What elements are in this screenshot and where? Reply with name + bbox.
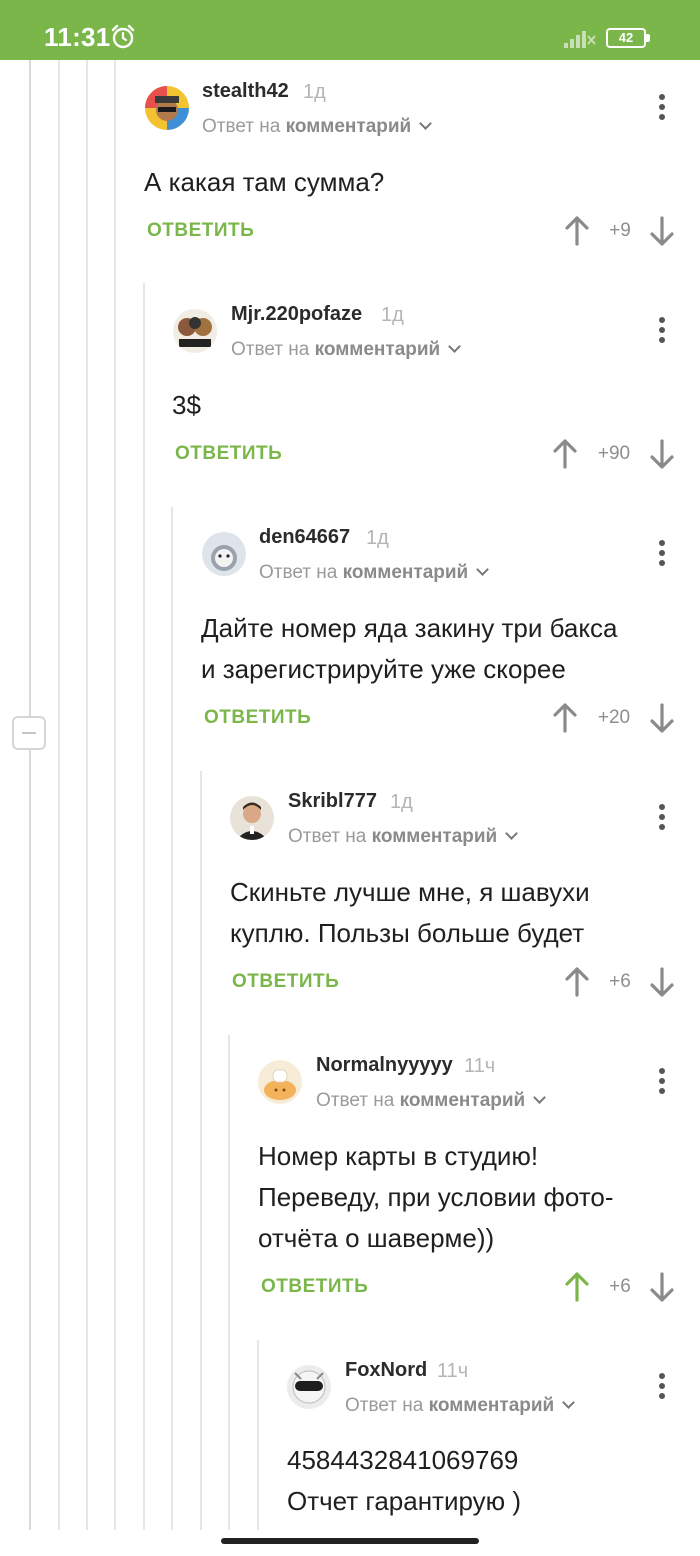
upvote-arrow-icon[interactable]	[564, 967, 590, 997]
comment-username[interactable]: Skribl777	[288, 790, 377, 813]
downvote-arrow-icon[interactable]	[649, 967, 675, 997]
comment-username[interactable]: stealth42	[202, 80, 289, 103]
avatar[interactable]	[173, 309, 217, 353]
downvote-arrow-icon[interactable]	[649, 216, 675, 246]
downvote-arrow-icon[interactable]	[649, 439, 675, 469]
battery-tip	[646, 34, 650, 42]
comment-score: +6	[609, 971, 631, 992]
upvote-arrow-icon[interactable]	[564, 216, 590, 246]
comment-text: Скиньте лучше мне, я шавухи куплю. Польз…	[230, 877, 590, 948]
thread-line	[228, 1035, 230, 1530]
reply-to-link[interactable]: Ответ на комментарий	[345, 1395, 576, 1417]
chevron-down-icon	[476, 563, 490, 576]
comment-time: 11ч	[437, 1360, 469, 1382]
reply-button[interactable]: ОТВЕТИТЬ	[175, 443, 282, 465]
comment-time: 1д	[366, 527, 389, 549]
upvote-arrow-icon[interactable]	[552, 703, 578, 733]
reply-button[interactable]: ОТВЕТИТЬ	[232, 971, 339, 993]
comment-time: 1д	[390, 791, 413, 813]
battery-indicator: 42	[606, 28, 646, 48]
thread-line	[200, 771, 202, 1530]
comment-score: +90	[597, 443, 631, 464]
more-options-icon[interactable]	[656, 538, 668, 568]
avatar[interactable]	[145, 86, 189, 130]
more-options-icon[interactable]	[656, 802, 668, 832]
thread-line	[58, 60, 60, 1530]
reply-button[interactable]: ОТВЕТИТЬ	[147, 220, 254, 242]
comment-username[interactable]: den64667	[259, 526, 350, 549]
comment-time: 1д	[381, 304, 404, 326]
reply-to-link[interactable]: Ответ на комментарий	[259, 562, 490, 584]
thread-line	[257, 1340, 259, 1530]
home-indicator[interactable]	[221, 1538, 479, 1544]
comment-time: 1д	[303, 81, 326, 103]
thread-line	[143, 283, 145, 1530]
reply-button[interactable]: ОТВЕТИТЬ	[204, 707, 311, 729]
status-bar: 11:31 42	[0, 0, 700, 60]
comment-score: +9	[609, 220, 631, 241]
collapse-thread-button[interactable]	[12, 716, 46, 750]
comment-score: +6	[609, 1276, 631, 1297]
comment-text: Номер карты в студию! Переведу, при усло…	[258, 1141, 614, 1253]
avatar[interactable]	[287, 1365, 331, 1409]
reply-to-link[interactable]: Ответ на комментарий	[288, 826, 519, 848]
comment-username[interactable]: FoxNord	[345, 1359, 427, 1382]
reply-to-link[interactable]: Ответ на комментарий	[202, 116, 433, 138]
thread-line	[171, 507, 173, 1530]
more-options-icon[interactable]	[656, 1066, 668, 1096]
status-time: 11:31	[44, 22, 111, 52]
more-options-icon[interactable]	[656, 92, 668, 122]
avatar[interactable]	[202, 532, 246, 576]
thread-line	[29, 60, 31, 1530]
more-options-icon[interactable]	[656, 1371, 668, 1401]
comment-time: 11ч	[464, 1055, 496, 1077]
chevron-down-icon	[505, 827, 519, 840]
thread-line	[86, 60, 88, 1530]
reply-button[interactable]: ОТВЕТИТЬ	[261, 1276, 368, 1298]
chevron-down-icon	[562, 1396, 576, 1409]
comment-text: 4584432841069769 Отчет гарантирую )	[287, 1445, 522, 1516]
upvote-arrow-icon[interactable]	[564, 1272, 590, 1302]
comment-text: 3$	[172, 390, 201, 420]
signal-off-icon	[564, 31, 596, 48]
reply-to-link[interactable]: Ответ на комментарий	[231, 339, 462, 361]
comment-username[interactable]: Mjr.220pofaze	[231, 303, 362, 326]
chevron-down-icon	[533, 1091, 547, 1104]
comment-score: +20	[597, 707, 631, 728]
chevron-down-icon	[448, 340, 462, 353]
avatar[interactable]	[258, 1060, 302, 1104]
alarm-clock-icon	[111, 24, 135, 49]
chevron-down-icon	[419, 117, 433, 130]
reply-to-link[interactable]: Ответ на комментарий	[316, 1090, 547, 1112]
downvote-arrow-icon[interactable]	[649, 1272, 675, 1302]
avatar[interactable]	[230, 796, 274, 840]
downvote-arrow-icon[interactable]	[649, 703, 675, 733]
comment-username[interactable]: Normalnyyyyy	[316, 1054, 453, 1077]
comment-text: А какая там сумма?	[144, 167, 385, 197]
upvote-arrow-icon[interactable]	[552, 439, 578, 469]
comment-text: Дайте номер яда закину три бакса и зарег…	[201, 613, 618, 684]
more-options-icon[interactable]	[656, 315, 668, 345]
thread-line	[114, 60, 116, 1530]
